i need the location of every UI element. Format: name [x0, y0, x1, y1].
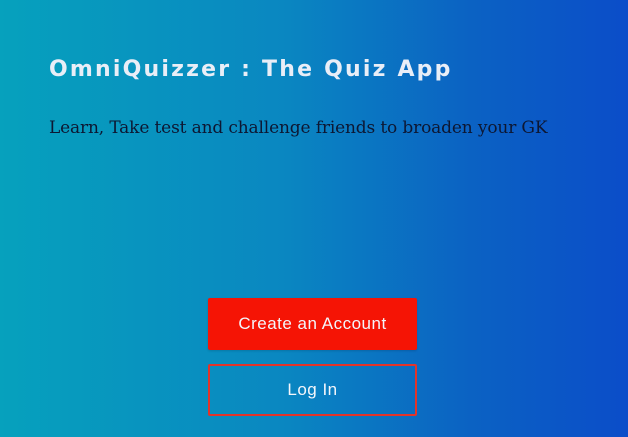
landing-page: OmniQuizzer : The Quiz App Learn, Take t…: [0, 0, 628, 437]
create-account-button[interactable]: Create an Account: [208, 298, 417, 350]
login-button[interactable]: Log In: [208, 364, 417, 416]
page-title: OmniQuizzer : The Quiz App: [49, 57, 453, 82]
page-subtitle: Learn, Take test and challenge friends t…: [49, 118, 548, 138]
